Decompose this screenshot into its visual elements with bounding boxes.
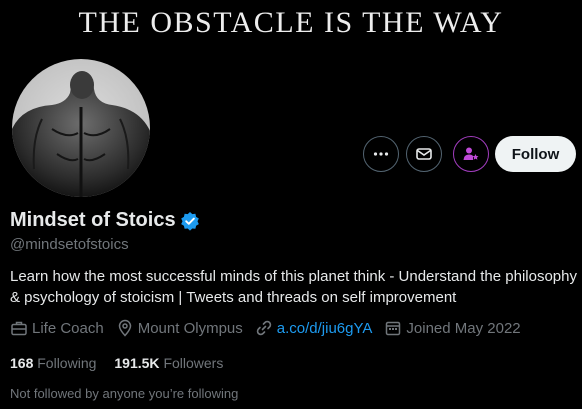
name-row: Mindset of Stoics	[10, 209, 200, 232]
user-handle: @mindsetofstoics	[10, 236, 129, 253]
banner-title: THE OBSTACLE IS THE WAY	[78, 6, 504, 39]
followers-label: Followers	[163, 355, 224, 371]
following-link[interactable]: 168 Following	[10, 355, 96, 371]
social-context: Not followed by anyone you’re following	[10, 386, 239, 401]
link-icon	[256, 320, 271, 336]
avatar[interactable]	[8, 55, 154, 201]
display-name: Mindset of Stoics	[10, 209, 176, 231]
more-button[interactable]	[363, 136, 399, 172]
meta-link[interactable]: a.co/d/jiu6gYA	[255, 319, 373, 337]
briefcase-icon	[11, 321, 27, 336]
followers-link[interactable]: 191.5K Followers	[114, 355, 223, 371]
mail-icon	[416, 148, 432, 160]
category-label: Life Coach	[32, 319, 104, 337]
website-link[interactable]: a.co/d/jiu6gYA	[277, 320, 373, 337]
profile-meta: Life Coach Mount Olympus a.co/d/jiu6gYA …	[10, 319, 533, 337]
location-label: Mount Olympus	[137, 319, 243, 337]
subscribe-button[interactable]	[453, 136, 489, 172]
following-label: Following	[37, 355, 97, 371]
verified-badge-icon[interactable]	[180, 211, 200, 231]
calendar-icon	[386, 321, 401, 336]
followers-count: 191.5K	[114, 355, 160, 371]
message-button[interactable]	[406, 136, 442, 172]
meta-category: Life Coach	[10, 319, 104, 337]
location-pin-icon	[118, 319, 131, 337]
profile-bio: Learn how the most successful minds of t…	[10, 268, 577, 306]
subscribe-icon	[463, 147, 479, 160]
avatar-image	[12, 59, 150, 197]
meta-joined: Joined May 2022	[384, 319, 521, 337]
more-dots-icon	[373, 152, 389, 156]
following-count: 168	[10, 355, 34, 371]
follow-stats: 168 Following 191.5K Followers	[10, 355, 241, 371]
joined-date: Joined May 2022	[406, 319, 521, 337]
meta-location: Mount Olympus	[116, 319, 243, 337]
follow-button[interactable]: Follow	[495, 136, 576, 172]
